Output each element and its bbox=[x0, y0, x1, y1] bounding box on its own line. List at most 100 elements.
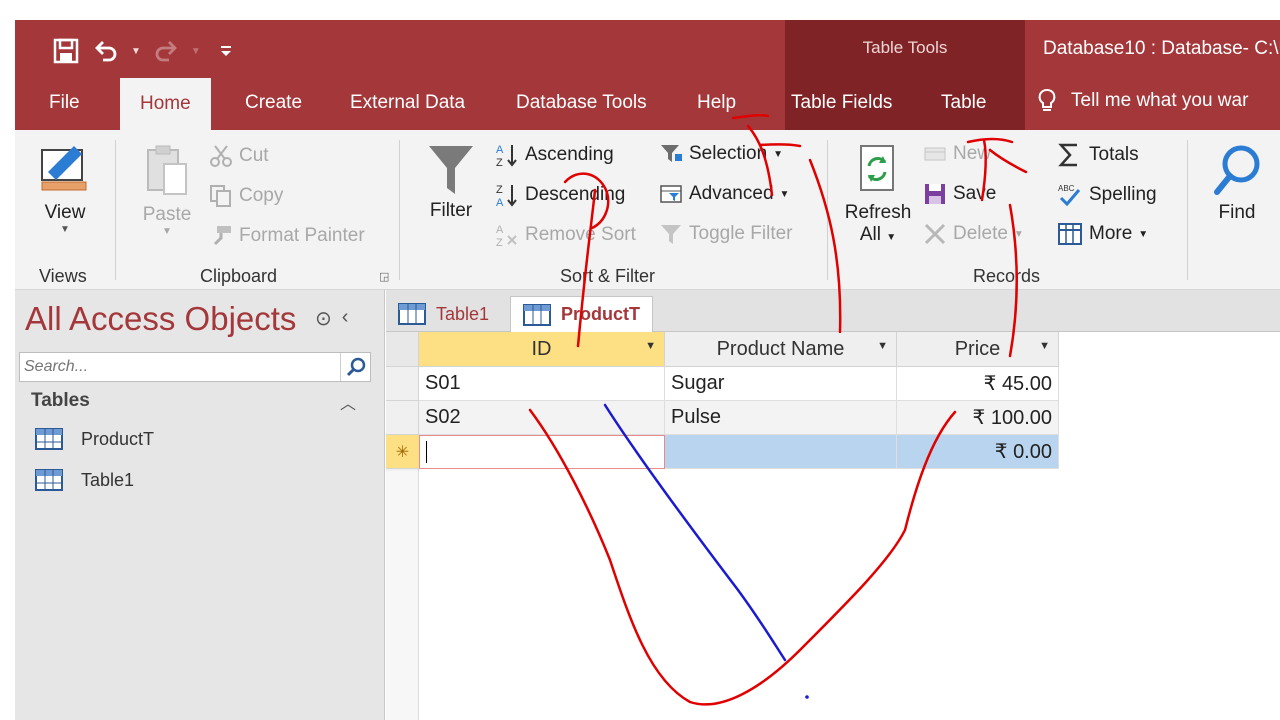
refresh-all-label: All ▼ bbox=[859, 224, 897, 245]
column-dropdown-icon[interactable]: ▼ bbox=[1039, 340, 1050, 352]
delete-dropdown-icon[interactable]: ▼ bbox=[1014, 229, 1024, 240]
ribbon-tabs: File Home Create External Data Database … bbox=[15, 78, 1280, 130]
paste-label: Paste bbox=[142, 204, 192, 225]
svg-text:Z: Z bbox=[496, 184, 503, 196]
more-dropdown-icon[interactable]: ▼ bbox=[1138, 229, 1148, 240]
column-header-price[interactable]: Price ▼ bbox=[897, 332, 1059, 367]
toggle-filter-button[interactable]: Toggle Filter bbox=[659, 222, 793, 246]
nav-menu-dropdown-icon[interactable]: ⊙ bbox=[315, 306, 332, 331]
nav-item-label: ProductT bbox=[81, 428, 155, 449]
tab-file[interactable]: File bbox=[49, 92, 80, 114]
totals-button[interactable]: Totals bbox=[1057, 142, 1139, 168]
cell-id[interactable]: S02 bbox=[419, 401, 665, 435]
tab-external-data[interactable]: External Data bbox=[350, 92, 465, 114]
selection-button[interactable]: Selection ▼ bbox=[659, 142, 783, 166]
customize-qat-icon[interactable] bbox=[211, 36, 241, 66]
group-divider bbox=[1187, 140, 1188, 280]
record-selector[interactable] bbox=[386, 367, 419, 401]
find-icon bbox=[1214, 145, 1260, 195]
new-record-button[interactable]: New bbox=[923, 142, 991, 166]
cell-id-new[interactable] bbox=[419, 435, 665, 469]
column-dropdown-icon[interactable]: ▼ bbox=[877, 340, 888, 352]
view-button[interactable]: View ▼ bbox=[37, 140, 93, 235]
tab-help[interactable]: Help bbox=[697, 92, 736, 114]
collapse-section-icon[interactable]: ︿ bbox=[340, 390, 356, 414]
column-header-label: Product Name bbox=[716, 337, 845, 360]
save-icon[interactable] bbox=[51, 36, 81, 66]
redo-dropdown-icon[interactable]: ▼ bbox=[191, 46, 201, 57]
advanced-button[interactable]: Advanced ▼ bbox=[659, 182, 789, 206]
clipboard-group-label: Clipboard bbox=[200, 266, 278, 286]
column-dropdown-icon[interactable]: ▼ bbox=[645, 340, 656, 352]
clipboard-launcher-icon[interactable]: ◲ bbox=[379, 270, 389, 283]
paste-icon bbox=[147, 145, 187, 195]
spelling-button[interactable]: ABC Spelling bbox=[1057, 182, 1157, 208]
table-icon bbox=[35, 428, 63, 450]
save-record-button[interactable]: Save bbox=[923, 182, 996, 206]
tell-me-box[interactable]: Tell me what you war bbox=[1037, 88, 1248, 114]
nav-pane-title[interactable]: All Access Objects bbox=[25, 300, 296, 338]
nav-item-productt[interactable]: ProductT bbox=[35, 428, 154, 450]
cell-product-name[interactable]: Sugar bbox=[665, 367, 897, 401]
filter-button[interactable]: Filter bbox=[423, 142, 479, 222]
sort-filter-group-label: Sort & Filter bbox=[560, 266, 656, 286]
ascending-button[interactable]: AZ Ascending bbox=[495, 142, 614, 168]
view-dropdown-icon[interactable]: ▼ bbox=[37, 224, 93, 235]
cell-price[interactable]: ₹ 45.00 bbox=[897, 367, 1059, 401]
tell-me-text: Tell me what you war bbox=[1071, 90, 1249, 111]
svg-text:Z: Z bbox=[496, 237, 503, 248]
title-bar: Table Tools Database10 : Database- C:\U … bbox=[15, 20, 1280, 130]
column-header-id[interactable]: ID ▼ bbox=[419, 332, 665, 367]
tab-database-tools[interactable]: Database Tools bbox=[516, 92, 647, 114]
copy-label: Copy bbox=[239, 185, 284, 206]
tab-create[interactable]: Create bbox=[245, 92, 302, 114]
spelling-label: Spelling bbox=[1089, 184, 1157, 205]
cell-id[interactable]: S01 bbox=[419, 367, 665, 401]
svg-text:A: A bbox=[496, 144, 504, 156]
paste-button[interactable]: Paste ▼ bbox=[137, 144, 197, 237]
selection-dropdown-icon[interactable]: ▼ bbox=[773, 149, 783, 160]
top-strip bbox=[0, 0, 1280, 20]
tab-table-fields[interactable]: Table Fields bbox=[791, 92, 892, 114]
nav-section-tables[interactable]: Tables bbox=[31, 390, 90, 412]
record-selector[interactable] bbox=[386, 401, 419, 435]
cut-icon bbox=[210, 145, 232, 167]
remove-sort-button[interactable]: AZ Remove Sort bbox=[495, 222, 636, 248]
more-label: More bbox=[1089, 223, 1133, 244]
cell-price[interactable]: ₹ 100.00 bbox=[897, 401, 1059, 435]
undo-icon[interactable] bbox=[91, 36, 121, 66]
tab-table[interactable]: Table bbox=[941, 92, 986, 114]
descending-button[interactable]: ZA Descending bbox=[495, 182, 625, 208]
nav-search-input[interactable] bbox=[20, 354, 340, 380]
advanced-dropdown-icon[interactable]: ▼ bbox=[780, 189, 790, 200]
cut-label: Cut bbox=[239, 145, 269, 166]
cell-price-new[interactable]: ₹ 0.00 bbox=[897, 435, 1059, 469]
copy-button[interactable]: Copy bbox=[209, 184, 283, 208]
redo-icon[interactable] bbox=[151, 36, 181, 66]
cut-button[interactable]: Cut bbox=[209, 144, 269, 168]
doc-tab-table1[interactable]: Table1 bbox=[386, 296, 501, 332]
column-header-product-name[interactable]: Product Name ▼ bbox=[665, 332, 897, 367]
cell-product-name-new[interactable] bbox=[665, 435, 897, 469]
tab-home[interactable]: Home bbox=[120, 78, 211, 130]
doc-tab-productt[interactable]: ProductT bbox=[510, 296, 653, 332]
search-icon[interactable] bbox=[340, 353, 370, 381]
select-all-corner[interactable] bbox=[386, 332, 419, 367]
paste-dropdown-icon[interactable]: ▼ bbox=[137, 226, 197, 237]
undo-dropdown-icon[interactable]: ▼ bbox=[131, 46, 141, 57]
document-tabs: Table1 ProductT bbox=[386, 290, 1280, 332]
refresh-icon bbox=[860, 145, 894, 191]
nav-item-table1[interactable]: Table1 bbox=[35, 469, 134, 491]
ribbon-home: View ▼ Views Paste ▼ Cut Copy Format Pai… bbox=[15, 130, 1280, 290]
more-button[interactable]: More ▼ bbox=[1057, 222, 1148, 246]
descending-label: Descending bbox=[525, 184, 626, 205]
advanced-label: Advanced bbox=[689, 183, 774, 204]
format-painter-button[interactable]: Format Painter bbox=[209, 224, 365, 248]
new-record-marker[interactable]: ✳ bbox=[386, 435, 419, 469]
save-record-icon bbox=[925, 184, 945, 204]
shutter-bar-close-icon[interactable]: ‹ bbox=[342, 306, 349, 331]
refresh-all-button[interactable]: Refresh All ▼ bbox=[841, 142, 915, 246]
cell-product-name[interactable]: Pulse bbox=[665, 401, 897, 435]
delete-button[interactable]: Delete ▼ bbox=[923, 222, 1024, 246]
find-button[interactable]: Find bbox=[1207, 142, 1267, 224]
